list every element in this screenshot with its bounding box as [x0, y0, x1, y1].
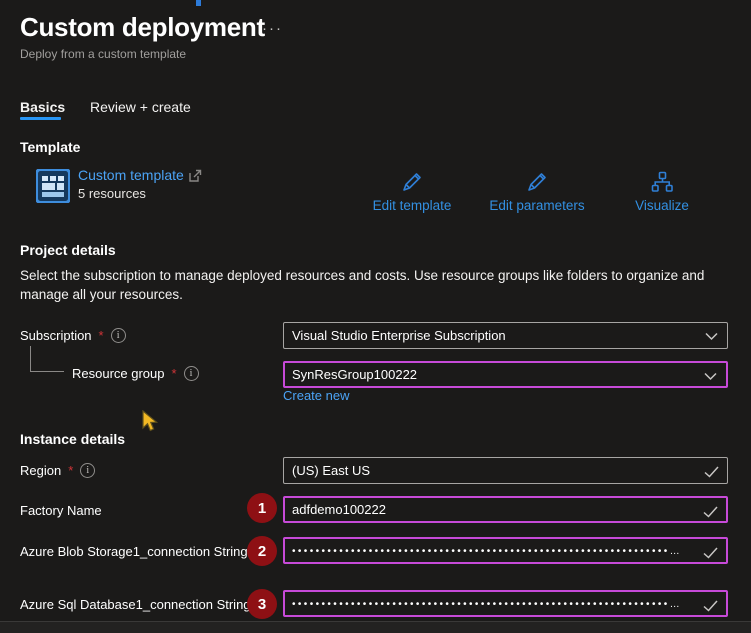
required-asterisk: *: [68, 463, 74, 478]
region-label: Region * i: [20, 463, 96, 478]
region-label-text: Region: [20, 463, 62, 478]
checkmark-icon: [704, 466, 719, 478]
checkmark-icon: [703, 600, 718, 612]
info-icon[interactable]: i: [110, 328, 126, 343]
edit-template-label: Edit template: [372, 198, 452, 213]
template-resource-count: 5 resources: [78, 186, 146, 201]
subscription-label: Subscription * i: [20, 328, 126, 343]
page-title: Custom deployment: [20, 12, 265, 42]
info-icon[interactable]: i: [183, 366, 199, 381]
chevron-down-icon: [704, 372, 717, 381]
annotation-badge-3: 3: [247, 589, 277, 619]
top-edge-artifact: [196, 0, 201, 6]
factory-name-input[interactable]: adfdemo100222: [283, 496, 728, 523]
visualize-label: Visualize: [635, 198, 689, 213]
required-asterisk: *: [98, 328, 104, 343]
resource-group-dropdown[interactable]: SynResGroup100222: [283, 361, 728, 388]
sql-connection-label-text: Azure Sql Database1_connection String: [20, 597, 251, 612]
subscription-value: Visual Studio Enterprise Subscription: [292, 328, 506, 343]
blob-connection-label: Azure Blob Storage1_connection String: [20, 544, 248, 559]
resource-group-label: Resource group * i: [72, 366, 199, 381]
tab-basics[interactable]: Basics: [20, 99, 65, 115]
pencil-icon: [528, 173, 546, 191]
checkmark-icon: [703, 506, 718, 518]
blob-connection-masked-value: ••••••••••••••••••••••••••••••••••••••••…: [292, 546, 683, 557]
subscription-label-text: Subscription: [20, 328, 92, 343]
resource-group-value: SynResGroup100222: [292, 367, 418, 382]
annotation-badge-2: 2: [247, 536, 277, 566]
subscription-dropdown[interactable]: Visual Studio Enterprise Subscription: [283, 322, 728, 349]
chevron-down-icon: [705, 332, 718, 341]
more-options-button[interactable]: ···: [262, 20, 283, 37]
checkmark-icon: [703, 547, 718, 559]
sql-connection-input[interactable]: ••••••••••••••••••••••••••••••••••••••••…: [283, 590, 728, 617]
blob-connection-input[interactable]: ••••••••••••••••••••••••••••••••••••••••…: [283, 537, 728, 564]
resource-group-label-text: Resource group: [72, 366, 165, 381]
edit-template-button[interactable]: Edit template: [352, 171, 472, 213]
region-dropdown[interactable]: (US) East US: [283, 457, 728, 484]
custom-template-link[interactable]: Custom template: [78, 167, 202, 183]
region-value: (US) East US: [292, 463, 371, 478]
custom-template-link-label: Custom template: [78, 167, 184, 183]
annotation-badge-1: 1: [247, 493, 277, 523]
custom-deployment-page: Custom deployment ··· Deploy from a cust…: [0, 0, 751, 633]
tab-review-create[interactable]: Review + create: [90, 99, 191, 115]
mouse-cursor-icon: [142, 410, 159, 432]
blob-connection-label-text: Azure Blob Storage1_connection String: [20, 544, 248, 559]
project-details-heading: Project details: [20, 242, 116, 258]
factory-name-value: adfdemo100222: [292, 502, 386, 517]
info-icon[interactable]: i: [80, 463, 96, 478]
visualize-button[interactable]: Visualize: [602, 171, 722, 213]
project-details-description: Select the subscription to manage deploy…: [20, 268, 705, 302]
template-section-heading: Template: [20, 139, 81, 155]
required-asterisk: *: [171, 366, 177, 381]
sql-connection-masked-value: ••••••••••••••••••••••••••••••••••••••••…: [292, 599, 683, 610]
edit-parameters-label: Edit parameters: [489, 198, 585, 213]
external-link-icon: [189, 169, 202, 182]
sql-connection-label: Azure Sql Database1_connection String: [20, 597, 251, 612]
edit-parameters-button[interactable]: Edit parameters: [477, 171, 597, 213]
hierarchy-icon: [651, 171, 673, 192]
instance-details-heading: Instance details: [20, 431, 126, 447]
footer-strip: [0, 622, 751, 633]
active-tab-indicator: [20, 117, 61, 120]
page-subtitle: Deploy from a custom template: [20, 47, 187, 61]
create-new-link[interactable]: Create new: [283, 388, 349, 403]
factory-name-label: Factory Name: [20, 503, 102, 518]
factory-name-label-text: Factory Name: [20, 503, 102, 518]
subscription-resourcegroup-connector: [30, 346, 64, 372]
template-icon: [36, 169, 70, 203]
pencil-icon: [403, 173, 421, 191]
